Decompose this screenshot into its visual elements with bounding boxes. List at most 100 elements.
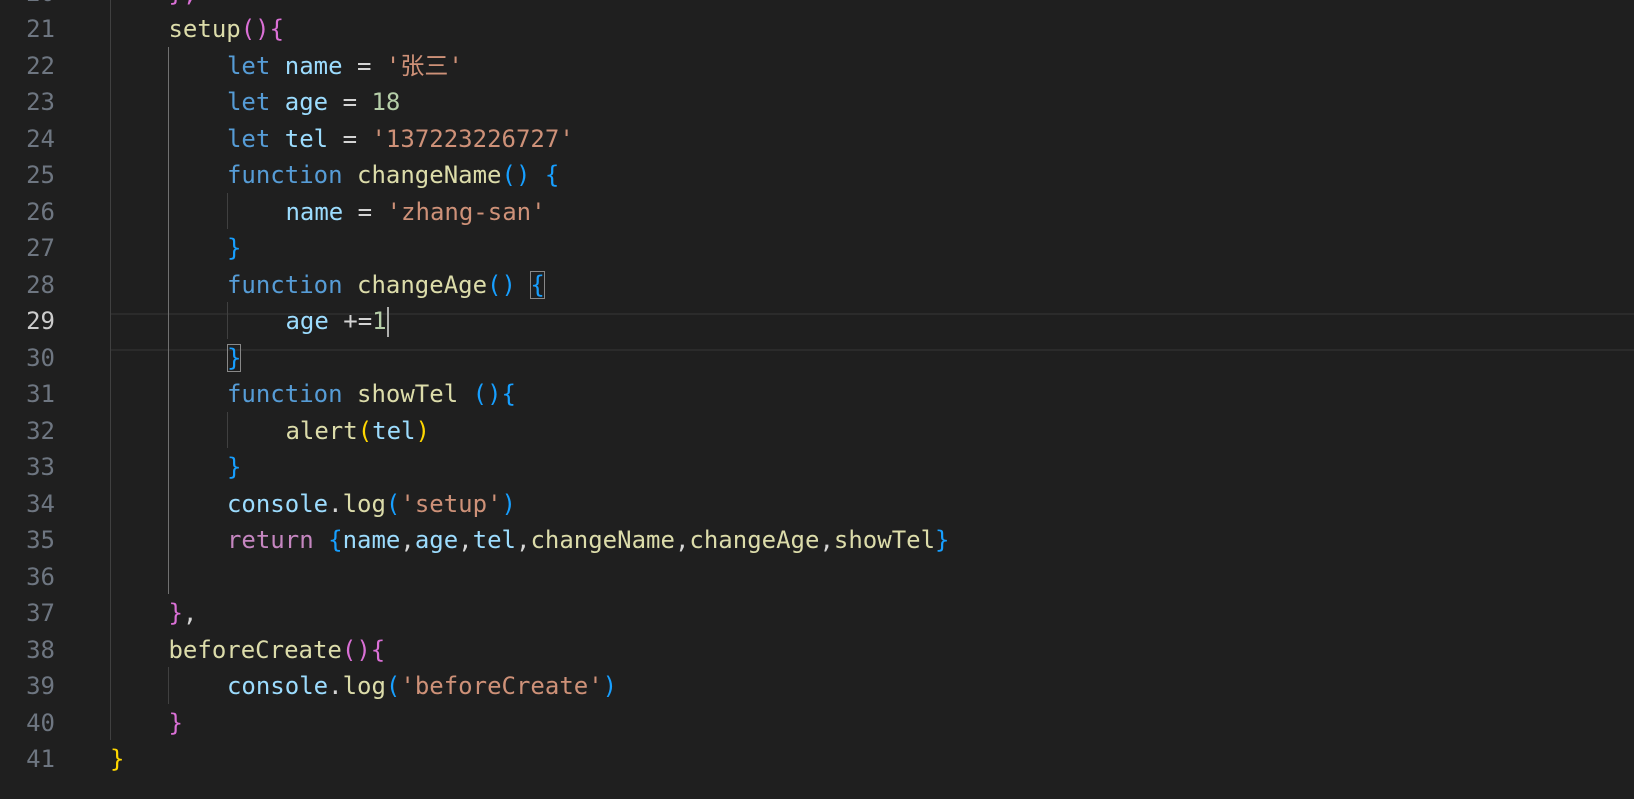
line-number: 21	[26, 15, 55, 43]
code-token: (	[487, 270, 502, 299]
line-number: 25	[26, 161, 55, 189]
code-line[interactable]: let tel = '137223226727'	[110, 120, 1634, 158]
code-token: console	[226, 489, 329, 518]
code-token: (	[357, 416, 373, 445]
editor-text-area[interactable]: },setup(){let name = '张三'let age = 18let…	[110, 0, 1634, 799]
code-line[interactable]: console.log('beforeCreate')	[110, 667, 1634, 705]
code-token: =	[328, 88, 372, 116]
code-token: }	[935, 526, 950, 554]
code-line[interactable]: alert(tel)	[110, 412, 1634, 450]
code-token: )	[501, 489, 516, 518]
code-token: log	[342, 672, 386, 700]
code-token: let	[226, 124, 271, 153]
code-token: =	[328, 124, 372, 153]
line-number: 39	[26, 672, 55, 700]
code-token: }	[226, 453, 242, 481]
code-token: {	[328, 526, 343, 554]
line-number: 26	[26, 197, 55, 226]
code-token: changeName	[530, 526, 675, 554]
code-token: }	[168, 708, 183, 737]
code-token: beforeCreate	[168, 635, 342, 664]
code-token: showTel	[357, 380, 459, 408]
code-token: .	[328, 672, 343, 700]
code-line[interactable]: function showTel (){	[110, 375, 1634, 413]
code-token: '137223226727'	[371, 124, 574, 153]
code-token: {	[269, 15, 285, 43]
code-line[interactable]: },	[110, 594, 1634, 632]
code-line[interactable]: }	[110, 339, 1634, 377]
code-line-active[interactable]: age +=1	[110, 302, 1634, 340]
code-line[interactable]: let age = 18	[110, 83, 1634, 121]
code-token: 'zhang-san'	[386, 197, 546, 226]
line-number: 31	[26, 380, 55, 408]
code-token: .	[328, 489, 343, 518]
code-line[interactable]: name = 'zhang-san'	[110, 193, 1634, 231]
code-token: },	[168, 0, 197, 7]
code-line[interactable]	[110, 558, 1634, 596]
indent-guide	[226, 192, 228, 229]
code-token: )	[487, 380, 502, 408]
line-number-gutter[interactable]: 2021222324252627282930313233343536373839…	[0, 0, 60, 799]
code-token: }	[168, 599, 183, 627]
code-token: ,	[819, 526, 834, 554]
line-number: 24	[26, 124, 55, 153]
code-token: 'beforeCreate'	[400, 672, 603, 700]
line-number: 22	[26, 51, 55, 80]
line-number: 28	[26, 270, 55, 299]
code-line[interactable]: }	[110, 229, 1634, 267]
code-line[interactable]: function changeName() {	[110, 156, 1634, 194]
line-number: 40	[26, 708, 55, 737]
code-token: name	[285, 197, 344, 226]
code-line[interactable]: function changeAge() {	[110, 266, 1634, 304]
code-token: tel	[372, 416, 416, 445]
code-token: (	[501, 161, 516, 189]
code-line[interactable]: setup(){	[110, 10, 1634, 48]
line-number: 35	[26, 526, 55, 554]
indent-guide	[168, 46, 170, 594]
code-token: age	[284, 88, 329, 116]
code-token: ,	[515, 526, 531, 554]
code-line[interactable]: return {name,age,tel,changeName,changeAg…	[110, 521, 1634, 559]
code-line[interactable]: }	[110, 704, 1634, 742]
code-token: )	[602, 672, 618, 700]
code-token: setup	[168, 15, 241, 43]
line-number: 36	[26, 562, 55, 591]
code-token: log	[342, 489, 386, 518]
code-token: (	[385, 489, 401, 518]
code-token: )	[501, 270, 516, 299]
code-line[interactable]: let name = '张三'	[110, 47, 1634, 85]
code-token: =	[342, 51, 386, 80]
line-number: 34	[26, 489, 55, 518]
code-line[interactable]: }	[110, 448, 1634, 486]
code-token: (	[341, 635, 357, 664]
code-token: ,	[182, 599, 198, 627]
code-token: function	[226, 161, 343, 189]
code-line[interactable]: beforeCreate(){	[110, 631, 1634, 669]
code-line[interactable]: }	[110, 740, 1634, 778]
code-token: '张三'	[385, 51, 463, 80]
code-token: changeName	[357, 161, 502, 189]
code-token: =	[343, 197, 387, 226]
code-token: }	[226, 234, 242, 262]
code-token: (	[472, 380, 488, 408]
code-token: (	[240, 15, 256, 43]
indent-guide	[168, 667, 170, 704]
code-token: age	[414, 526, 459, 554]
code-token: 18	[371, 88, 401, 116]
code-token: alert	[285, 416, 358, 445]
code-editor[interactable]: 2021222324252627282930313233343536373839…	[0, 0, 1634, 799]
code-token: ,	[400, 526, 415, 554]
code-token: }	[110, 745, 125, 773]
code-token: console	[226, 672, 329, 700]
code-token: let	[226, 88, 271, 116]
line-number: 32	[26, 416, 55, 445]
code-line[interactable]: console.log('setup')	[110, 485, 1634, 523]
